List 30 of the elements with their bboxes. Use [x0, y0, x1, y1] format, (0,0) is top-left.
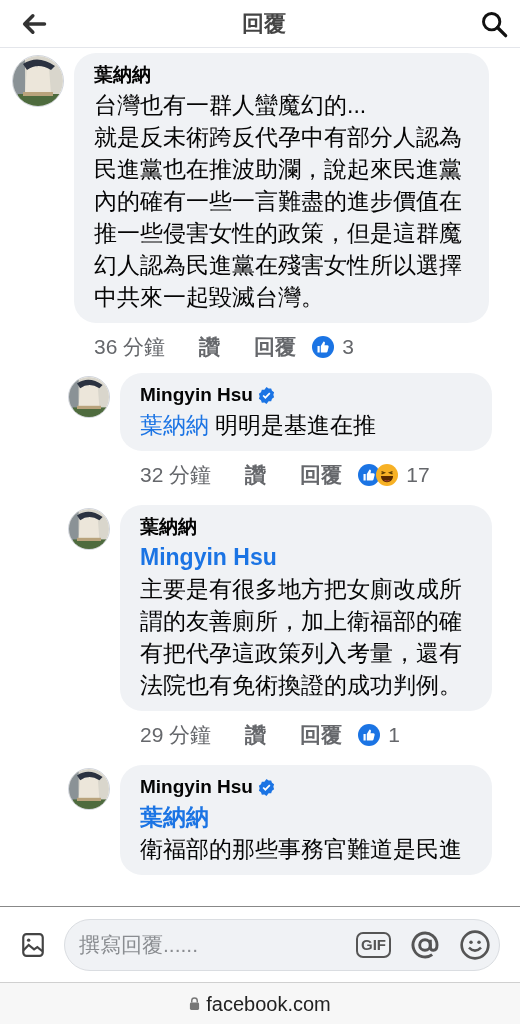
author-name[interactable]: Mingyin Hsu	[140, 381, 253, 409]
author-name[interactable]: Mingyin Hsu	[140, 773, 253, 801]
timestamp: 29 分鐘	[140, 722, 212, 749]
reaction-count[interactable]: 1	[388, 719, 400, 751]
search-icon[interactable]	[480, 9, 508, 38]
timestamp: 32 分鐘	[140, 462, 212, 489]
reaction-count[interactable]: 17	[406, 459, 430, 491]
reply-button[interactable]: 回覆	[300, 719, 343, 751]
comment-text: 衛福部的那些事務官難道是民進	[140, 835, 463, 864]
timestamp: 36 分鐘	[94, 334, 166, 361]
author-name[interactable]: 葉納納	[140, 513, 197, 541]
gif-button[interactable]: GIF	[356, 931, 391, 958]
like-button[interactable]: 讚	[245, 719, 267, 751]
mention-link[interactable]: Mingyin Hsu	[140, 544, 277, 570]
comment-text: 葉納納 明明是基進在推	[140, 411, 378, 440]
like-button[interactable]: 讚	[245, 459, 267, 491]
reply-button[interactable]: 回覆	[300, 459, 343, 491]
comment-text: 台灣也有一群人蠻魔幻的... 就是反未術跨反代孕中有部分人認為民進黨也在推波助瀾，說起來民進黨內的確有一些一言難盡的進步價值在推一些侵害女性的政策，但是這群魔幻人認為民進黨在殘害女性所以選擇中共來一起毀滅台灣。	[94, 91, 463, 312]
like-button[interactable]: 讚	[199, 331, 221, 363]
lock-icon	[189, 997, 201, 1010]
comment-text: 主要是有很多地方把女廁改成所謂的友善廁所，加上衛福部的確有把代孕這政策列入考量，還有法院也有免術換證的成功判例。	[140, 575, 463, 700]
mention-link[interactable]: 葉納納	[140, 804, 209, 830]
reaction-count[interactable]: 3	[342, 331, 354, 363]
emoji-icon[interactable]	[459, 928, 491, 961]
author-name[interactable]: 葉納納	[94, 61, 151, 89]
page-title: 回覆	[242, 10, 286, 38]
url-text[interactable]: facebook.com	[206, 988, 331, 1019]
reply-input[interactable]: 撰寫回覆...... GIF	[64, 918, 500, 971]
mention-link[interactable]: 葉納納	[140, 412, 209, 438]
reply-button[interactable]: 回覆	[254, 331, 297, 363]
